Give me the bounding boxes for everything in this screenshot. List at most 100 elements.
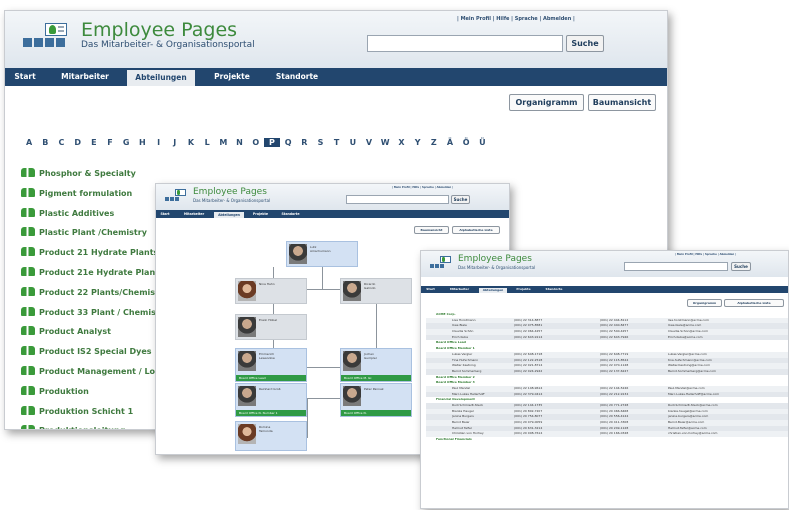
table-search-input[interactable] xyxy=(624,262,728,271)
nav-item-mitarbeiter[interactable]: Mitarbeiter xyxy=(49,68,121,86)
alphabet-letter-C[interactable]: C xyxy=(53,138,69,147)
alphabet-letter-G[interactable]: G xyxy=(118,138,134,147)
alphabet-letter-J[interactable]: J xyxy=(167,138,183,147)
department-bar-label: Board Office M. Gr. xyxy=(344,376,373,380)
department-link[interactable]: Plastic Plant /Chemistry xyxy=(21,227,165,247)
org-person-card[interactable]: Ricardo Galindo xyxy=(340,278,412,304)
department-link[interactable]: Product Analyst xyxy=(21,326,165,346)
organigram-button[interactable]: Organigramm xyxy=(509,94,584,111)
nav-item-mitarbeiter[interactable]: Mitarbeiter xyxy=(443,286,476,293)
nav-item-abteilungen[interactable]: Abteilungen xyxy=(214,212,244,218)
department-link[interactable]: Product Management / Logi xyxy=(21,365,165,386)
alphabet-letter-K[interactable]: K xyxy=(183,138,199,147)
alphabet-letter-P[interactable]: P xyxy=(263,138,280,147)
org-person-card[interactable]: Peter Pannek Board Office N. xyxy=(340,383,412,417)
department-link[interactable]: Produktion xyxy=(21,385,165,406)
nav-item-abteilungen[interactable]: Abteilungen xyxy=(127,70,195,86)
alphabet-letter-S[interactable]: S xyxy=(312,138,328,147)
nav-item-projekte[interactable]: Projekte xyxy=(202,68,262,86)
org-person-card[interactable]: Lutz Amschumann xyxy=(286,241,358,267)
org-person-card[interactable]: Nina Hahn xyxy=(235,278,307,304)
department-link[interactable]: Product IS2 Special Dyes xyxy=(21,346,165,366)
department-group-icon xyxy=(21,326,35,336)
alphabet-letter-H[interactable]: H xyxy=(134,138,150,147)
org-tree-button[interactable]: Baumansicht xyxy=(414,226,449,234)
org-search-input[interactable] xyxy=(346,195,449,204)
nav-item-projekte[interactable]: Projekte xyxy=(247,210,274,218)
org-person-card[interactable]: Reinhard Groß Board Office N. Number 1 xyxy=(235,383,307,417)
department-group-icon xyxy=(21,168,35,177)
department-link[interactable]: Phosphor & Specialty xyxy=(21,168,165,188)
alphabet-letter-A[interactable]: A xyxy=(21,138,37,147)
alphabet-letter-M[interactable]: M xyxy=(215,138,231,147)
top-links[interactable]: | Mein Profil | Hilfe | Sprache | Abmeld… xyxy=(457,16,575,22)
department-link[interactable]: Produktion Schicht 1 xyxy=(21,405,165,426)
alphabet-letter-L[interactable]: L xyxy=(199,138,215,147)
alphabet-letter-W[interactable]: W xyxy=(377,138,393,147)
department-group-row[interactable]: Functional Financials xyxy=(426,437,788,443)
org-alpha-list-button[interactable]: Alphabetische Liste xyxy=(452,226,500,234)
department-link[interactable]: Product 21 Hydrate Plants / xyxy=(21,247,165,267)
alphabet-letter-Q[interactable]: Q xyxy=(280,138,296,147)
department-link[interactable]: Produktionsleitung xyxy=(21,425,165,429)
table-alpha-list-button[interactable]: Alphabetische Liste xyxy=(724,299,784,307)
alphabet-filter: ABCDEFGHIJKLMNOPQRSTUVWXYZÄÖÜ xyxy=(21,138,490,147)
alphabet-letter-D[interactable]: D xyxy=(70,138,86,147)
department-link[interactable]: Product 33 Plant / Chemistr xyxy=(21,306,165,327)
department-link[interactable]: Product 21e Hydrate Plant / xyxy=(21,266,165,287)
search-button[interactable]: Suche xyxy=(566,35,604,52)
org-person-card[interactable]: Emmerich Lewandow Board Office Lead xyxy=(235,348,307,382)
alphabet-letter-E[interactable]: E xyxy=(86,138,102,147)
org-person-card[interactable]: Romina Tamonda xyxy=(235,421,307,451)
alphabet-letter-R[interactable]: R xyxy=(296,138,312,147)
department-name: Plastic Additives xyxy=(39,208,115,218)
nav-item-start[interactable]: Start xyxy=(421,286,440,293)
alphabet-letter-Ö[interactable]: Ö xyxy=(458,138,474,147)
nav-item-start[interactable]: Start xyxy=(156,210,174,218)
alphabet-letter-Y[interactable]: Y xyxy=(410,138,426,147)
tree-view-button[interactable]: Baumansicht xyxy=(588,94,656,111)
department-name: Pigment formulation xyxy=(39,188,133,198)
department-name: Product 21e Hydrate Plant / xyxy=(39,267,165,277)
department-list: Phosphor & Specialty Pigment formulation P… xyxy=(21,168,165,429)
nav-item-start[interactable]: Start xyxy=(5,68,45,86)
person-name: Jochen Gumpler xyxy=(364,352,377,360)
department-group-icon xyxy=(21,207,35,217)
department-link[interactable]: Product 22 Plants/Chemistr xyxy=(21,286,165,307)
alphabet-letter-F[interactable]: F xyxy=(102,138,118,147)
table-top-links[interactable]: | Mein Profil | Hilfe | Sprache | Abmeld… xyxy=(675,253,736,256)
nav-item-mitarbeiter[interactable]: Mitarbeiter xyxy=(177,210,211,218)
alphabet-letter-U[interactable]: U xyxy=(345,138,361,147)
alphabet-letter-N[interactable]: N xyxy=(231,138,247,147)
department-link[interactable]: Pigment formulation xyxy=(21,187,165,208)
table-search-button[interactable]: Suche xyxy=(731,262,751,271)
org-person-card[interactable]: Jochen Gumpler Board Office M. Gr. xyxy=(340,348,412,382)
alphabet-letter-Ü[interactable]: Ü xyxy=(474,138,490,147)
alphabet-letter-T[interactable]: T xyxy=(329,138,345,147)
org-person-card[interactable]: Erwin Hübel xyxy=(235,314,307,340)
app-subtitle: Das Mitarbeiter- & Organisationsportal xyxy=(81,40,255,50)
alphabet-letter-X[interactable]: X xyxy=(393,138,409,147)
department-bar: Board Office M. Gr. xyxy=(341,375,411,381)
department-name: Product 21 Hydrate Plants / xyxy=(39,248,165,258)
alphabet-letter-V[interactable]: V xyxy=(361,138,377,147)
table-organigram-button[interactable]: Organigramm xyxy=(687,299,722,307)
person-name: Peter Pannek xyxy=(364,387,384,391)
alphabet-letter-I[interactable]: I xyxy=(151,138,167,147)
search-input[interactable] xyxy=(367,35,563,52)
nav-item-standorte[interactable]: Standorte xyxy=(540,286,568,293)
org-top-links[interactable]: | Mein Profil | Hilfe | Sprache | Abmeld… xyxy=(392,186,453,189)
alphabet-letter-Ä[interactable]: Ä xyxy=(442,138,458,147)
nav-item-standorte[interactable]: Standorte xyxy=(277,210,304,218)
nav-item-abteilungen[interactable]: Abteilungen xyxy=(479,288,507,293)
department-group-icon xyxy=(21,405,35,415)
alphabet-letter-Z[interactable]: Z xyxy=(426,138,442,147)
person-name: Romina Tamonda xyxy=(259,425,273,433)
nav-item-standorte[interactable]: Standorte xyxy=(267,68,327,86)
org-search-button[interactable]: Suche xyxy=(451,195,470,204)
table-app-subtitle: Das Mitarbeiter- & Organisationsportal xyxy=(458,265,536,270)
nav-item-projekte[interactable]: Projekte xyxy=(510,286,537,293)
alphabet-letter-O[interactable]: O xyxy=(248,138,264,147)
department-link[interactable]: Plastic Additives xyxy=(21,207,165,228)
alphabet-letter-B[interactable]: B xyxy=(37,138,53,147)
